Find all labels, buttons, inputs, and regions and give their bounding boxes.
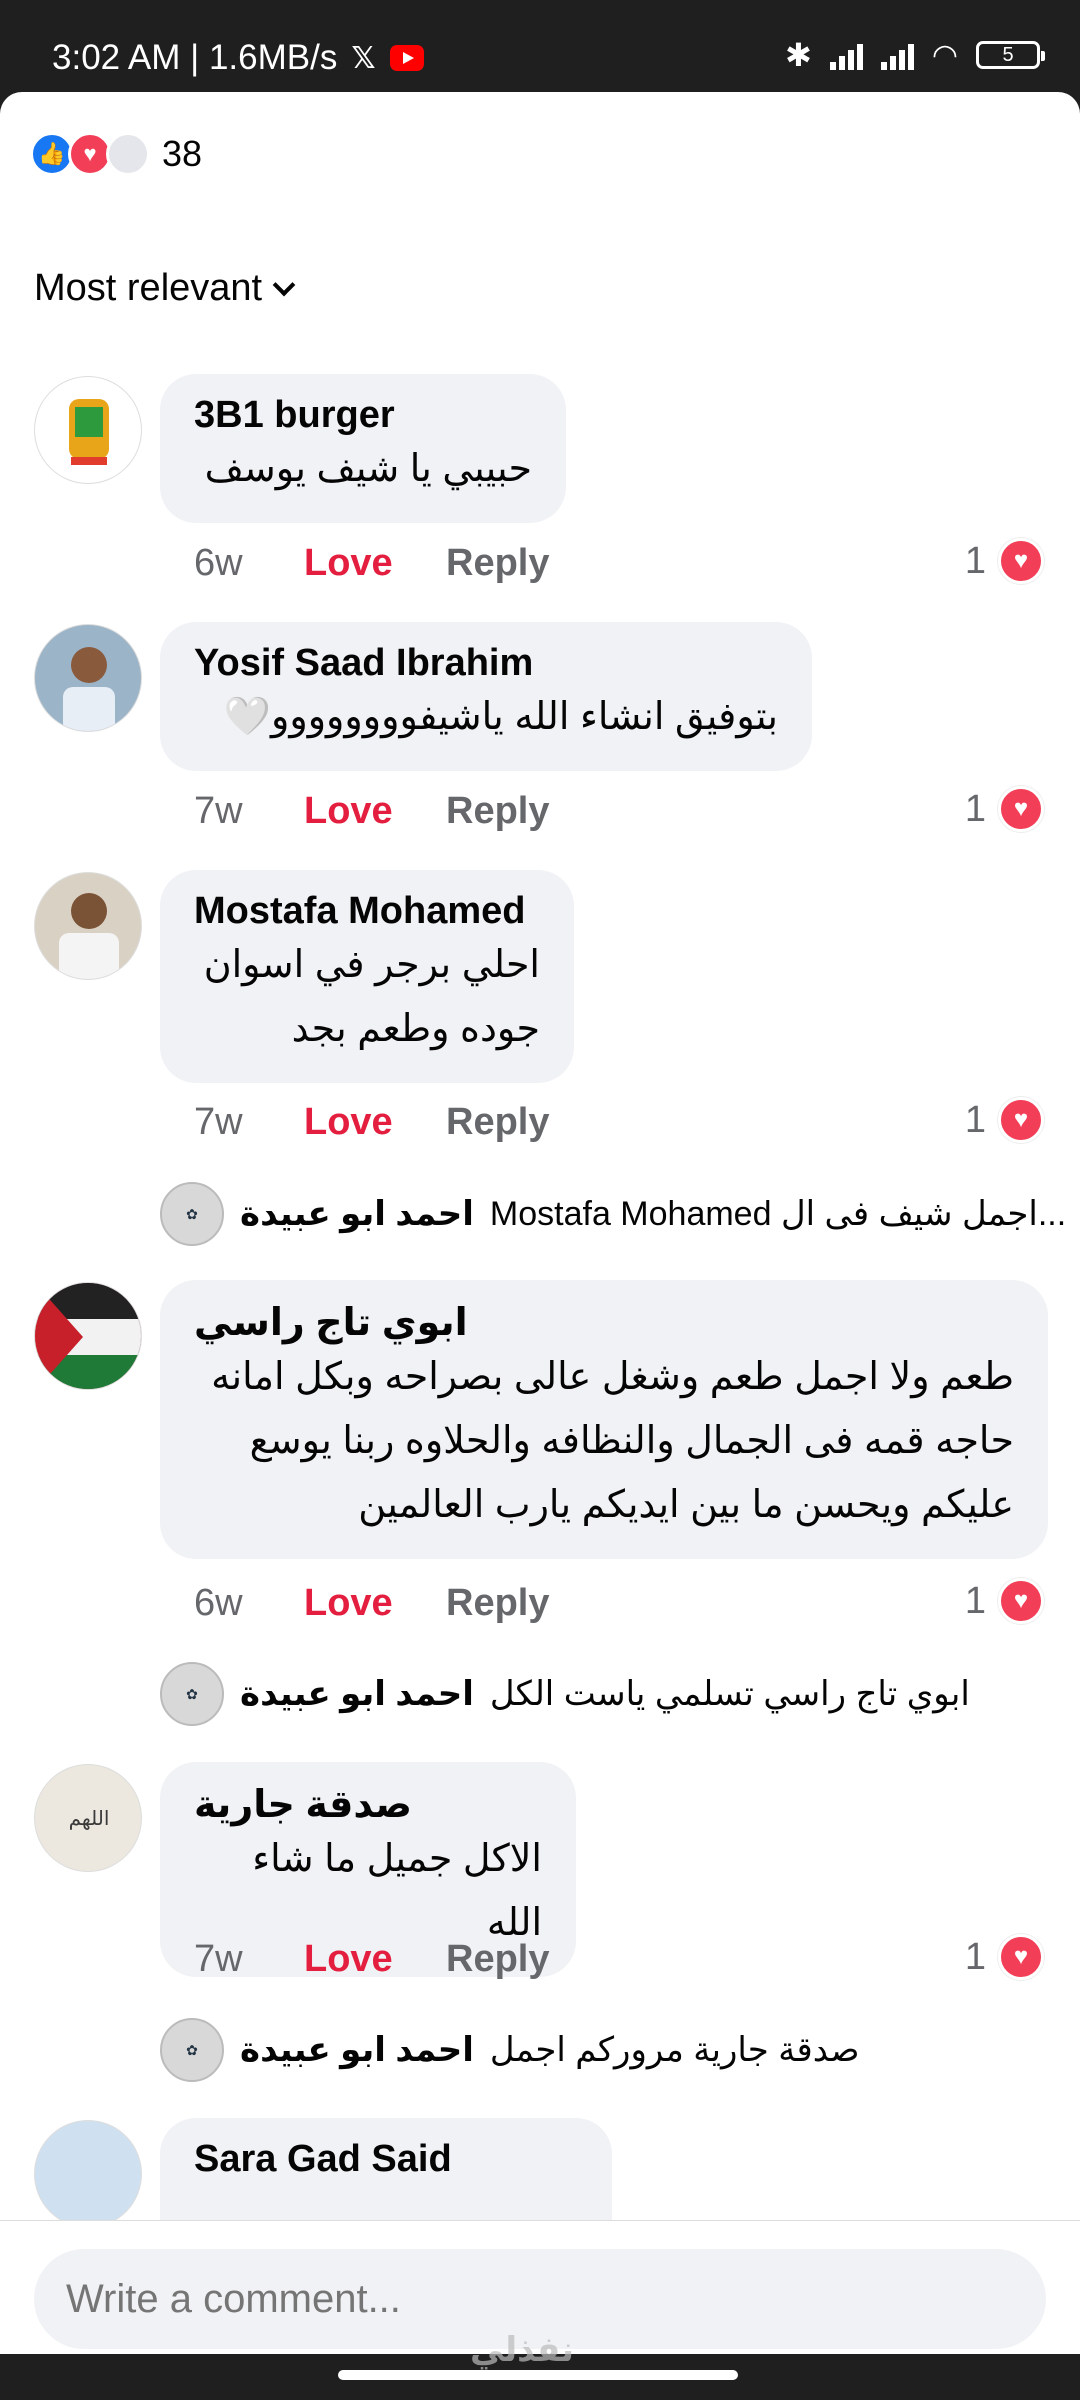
reply-preview[interactable]: ✿ احمد ابو عبيدة ابوي تاج راسي تسلمي ياس…	[160, 1662, 970, 1726]
comment-author[interactable]: صدقة جارية	[194, 1782, 542, 1827]
comment-author[interactable]: Yosif Saad Ibrahim	[194, 642, 778, 685]
avatar[interactable]	[34, 2120, 142, 2228]
love-button[interactable]: Love	[304, 1938, 446, 1981]
comment-bubble: 3B1 burger حبيبي يا شيف يوسف	[160, 374, 566, 523]
heart-icon: ♥	[998, 786, 1044, 832]
comment-actions: 7w Love Reply	[194, 790, 549, 833]
comment-text: حاجه قمه فى الجمال والنظافه والحلاوه ربن…	[249, 1420, 1014, 1462]
avatar[interactable]	[34, 624, 142, 732]
comment-reactions[interactable]: 1 ♥	[965, 1578, 1044, 1624]
status-bar: 3:02 AM | 1.6MB/s 𝕏 ✱ ◠ 5	[0, 0, 1080, 92]
avatar[interactable]	[34, 1282, 142, 1390]
reply-button[interactable]: Reply	[446, 542, 549, 585]
chevron-down-icon	[272, 273, 296, 296]
comment-reactions[interactable]: 1 ♥	[965, 786, 1044, 832]
comment-author[interactable]: ابوي تاج راسي	[194, 1300, 1014, 1345]
comment-text: الاكل جميل ما شاء الله	[252, 1838, 542, 1944]
avatar[interactable]	[34, 872, 142, 980]
reply-button[interactable]: Reply	[446, 790, 549, 833]
reply-text: ابوي تاج راسي تسلمي ياست الكل	[489, 1675, 970, 1713]
love-button[interactable]: Love	[304, 542, 446, 585]
avatar[interactable]	[34, 376, 142, 484]
reaction-count: 38	[162, 133, 203, 174]
reply-text: Mostafa Mohamed اجمل شيف فى ال...	[489, 1195, 1067, 1233]
avatar: ✿	[160, 2018, 224, 2082]
reaction-placeholder-icon	[106, 132, 150, 176]
watermark: نفذلي	[470, 2331, 575, 2369]
comment-bubble: ابوي تاج راسي طعم ولا اجمل طعم وشغل عالى…	[160, 1280, 1048, 1559]
love-button[interactable]: Love	[304, 1101, 446, 1144]
comment-actions: 6w Love Reply	[194, 542, 549, 585]
reaction-count: 1	[964, 539, 986, 582]
reply-author: احمد ابو عبيدة	[240, 2031, 474, 2069]
x-app-icon: 𝕏	[351, 41, 376, 75]
comment-text: عليكم ويحسن ما بين ايديكم يارب العالمين	[358, 1484, 1014, 1526]
comment-author[interactable]: 3B1 burger	[194, 394, 532, 437]
reaction-summary[interactable]: 👍 ♥ 38	[30, 132, 202, 176]
youtube-icon	[389, 45, 424, 71]
reply-author: احمد ابو عبيدة	[240, 1675, 474, 1713]
reaction-count: 1	[964, 1098, 986, 1141]
comment-reactions[interactable]: 1 ♥	[965, 538, 1044, 584]
reaction-count: 1	[964, 787, 986, 830]
heart-icon: ♥	[998, 538, 1044, 584]
signal-icon-2	[880, 40, 914, 70]
sort-dropdown[interactable]: Most relevant	[34, 267, 296, 310]
comment-actions: 7w Love Reply	[194, 1101, 549, 1144]
comment-actions: 7w Love Reply	[194, 1938, 549, 1981]
reply-preview[interactable]: ✿ احمد ابو عبيدة صدقة جارية مروركم اجمل	[160, 2018, 859, 2082]
reaction-count: 1	[964, 1579, 986, 1622]
comment-time: 7w	[194, 1938, 243, 1980]
reaction-count: 1	[964, 1935, 986, 1978]
love-button[interactable]: Love	[304, 1582, 446, 1625]
reply-text: صدقة جارية مروركم اجمل	[489, 2031, 860, 2069]
love-button[interactable]: Love	[304, 790, 446, 833]
comment-author[interactable]: Mostafa Mohamed	[194, 890, 540, 933]
comment-reactions[interactable]: 1 ♥	[965, 1097, 1044, 1143]
comment-reactions[interactable]: 1 ♥	[965, 1934, 1044, 1980]
comment-actions: 6w Love Reply	[194, 1582, 549, 1625]
bluetooth-icon: ✱	[785, 37, 812, 73]
comment-bubble: Mostafa Mohamed احلي برجر في اسوان جوده …	[160, 870, 574, 1083]
status-time: 3:02 AM | 1.6MB/s	[52, 38, 338, 77]
wifi-icon: ◠	[931, 38, 958, 72]
battery-icon: 5	[976, 41, 1045, 69]
heart-icon: ♥	[998, 1097, 1044, 1143]
comment-text: حبيبي يا شيف يوسف	[204, 448, 532, 490]
comment-text: احلي برجر في اسوان	[203, 944, 540, 986]
avatar[interactable]: اللهم	[34, 1764, 142, 1872]
status-left: 3:02 AM | 1.6MB/s 𝕏	[52, 38, 424, 78]
heart-icon: ♥	[998, 1934, 1044, 1980]
avatar: ✿	[160, 1182, 224, 1246]
comment-time: 7w	[194, 1101, 243, 1143]
reply-button[interactable]: Reply	[446, 1101, 549, 1144]
comment-text: بتوفيق انشاء الله ياشيفوووووووو🤍	[223, 696, 778, 738]
svg-text:اللهم: اللهم	[69, 1806, 110, 1830]
comment-time: 6w	[194, 1582, 243, 1624]
comment-time: 7w	[194, 790, 243, 832]
comment-author[interactable]: Sara Gad Said	[194, 2138, 578, 2181]
home-indicator[interactable]	[338, 2370, 738, 2380]
comment-time: 6w	[194, 542, 243, 584]
reply-preview[interactable]: ✿ احمد ابو عبيدة Mostafa Mohamed اجمل شي…	[160, 1182, 1066, 1246]
sort-label: Most relevant	[34, 267, 263, 309]
comments-sheet: 👍 ♥ 38 Most relevant 3B1 burger حبيبي يا…	[0, 92, 1080, 2354]
avatar: ✿	[160, 1662, 224, 1726]
reply-author: احمد ابو عبيدة	[240, 1195, 474, 1233]
heart-icon: ♥	[998, 1578, 1044, 1624]
reply-button[interactable]: Reply	[446, 1938, 549, 1981]
reply-button[interactable]: Reply	[446, 1582, 549, 1625]
comment-text: جوده وطعم بجد	[291, 1008, 540, 1050]
signal-icon	[829, 40, 863, 70]
comment-text: طعم ولا اجمل طعم وشغل عالى بصراحه وبكل ا…	[211, 1356, 1014, 1398]
status-right: ✱ ◠ 5	[785, 36, 1045, 74]
comment-bubble: Yosif Saad Ibrahim بتوفيق انشاء الله ياش…	[160, 622, 812, 771]
